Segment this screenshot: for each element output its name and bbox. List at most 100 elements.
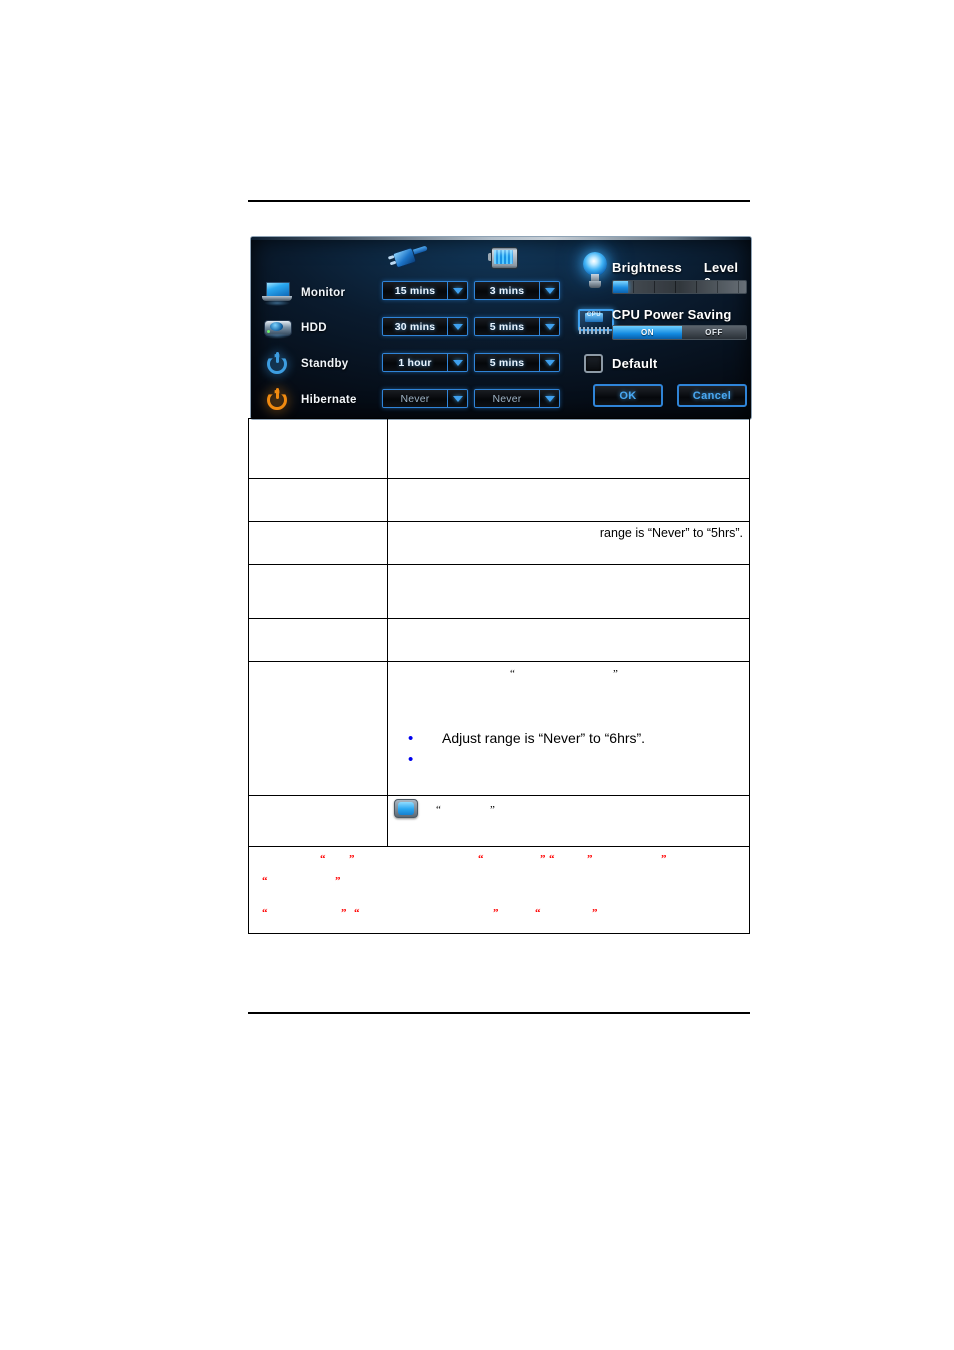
table-cell-label bbox=[248, 564, 388, 619]
quote-open: “ bbox=[510, 668, 515, 680]
table-cell-label bbox=[248, 661, 388, 796]
list-item: • bbox=[394, 752, 743, 767]
chevron-down-icon[interactable] bbox=[447, 390, 467, 407]
power-icon-orange bbox=[262, 387, 292, 413]
table-cell-body bbox=[387, 564, 750, 619]
dropdown-value: Never bbox=[475, 390, 539, 407]
table-cell-body: range is “Never” to “5hrs”. bbox=[387, 521, 750, 565]
row-label-hdd: HDD bbox=[301, 322, 327, 334]
dropdown-value: 30 mins bbox=[383, 318, 447, 335]
quote-mark: “ bbox=[262, 907, 268, 919]
power-plug-icon bbox=[387, 244, 433, 270]
bullet-point-icon: • bbox=[408, 730, 414, 747]
quote-close: ” bbox=[613, 668, 618, 680]
dropdown-standby-ac[interactable]: 1 hour bbox=[382, 353, 468, 372]
header-rule bbox=[248, 200, 750, 202]
dropdown-value: 1 hour bbox=[383, 354, 447, 371]
power-icon-blue bbox=[262, 351, 292, 377]
quote-mark: “ bbox=[549, 853, 555, 865]
chevron-down-icon[interactable] bbox=[447, 318, 467, 335]
bullet-text: Adjust range is “Never” to “6hrs”. bbox=[442, 730, 646, 746]
quote-close: ” bbox=[490, 804, 495, 816]
row-standby: Standby bbox=[262, 347, 392, 381]
panel-button-bar: OK Cancel bbox=[593, 384, 747, 407]
footnote-line-2: “ ” bbox=[257, 874, 741, 896]
quote-mark: ” bbox=[349, 853, 355, 865]
quote-mark: “ bbox=[262, 875, 268, 887]
footer-rule bbox=[248, 1012, 750, 1014]
row-label-monitor: Monitor bbox=[301, 287, 346, 299]
default-checkbox[interactable] bbox=[584, 354, 603, 373]
quote-open: “ bbox=[436, 804, 441, 816]
table-cell-body: “ ” bbox=[387, 795, 750, 847]
table-cell-label bbox=[248, 795, 388, 847]
document-page: Monitor 15 mins 3 mins HDD 30 mins 5 min… bbox=[0, 0, 954, 1350]
quote-mark: “ bbox=[320, 853, 326, 865]
cpu-power-saving-label: CPU Power Saving bbox=[612, 307, 732, 322]
battery-icon bbox=[479, 244, 525, 270]
quote-mark: ” bbox=[341, 907, 347, 919]
default-button-icon bbox=[394, 799, 418, 818]
quote-mark: ” bbox=[493, 907, 499, 919]
chevron-down-icon[interactable] bbox=[447, 282, 467, 299]
dropdown-hdd-battery[interactable]: 5 mins bbox=[474, 317, 560, 336]
dropdown-standby-battery[interactable]: 5 mins bbox=[474, 353, 560, 372]
dropdown-value: 5 mins bbox=[475, 354, 539, 371]
quote-mark: ” bbox=[540, 853, 546, 865]
default-row[interactable]: Default bbox=[584, 354, 657, 373]
table-cell-body bbox=[387, 618, 750, 662]
settings-description-table: range is “Never” to “5hrs”. “ ” • Adjust… bbox=[248, 418, 750, 934]
list-item: • Adjust range is “Never” to “6hrs”. bbox=[394, 729, 743, 748]
dropdown-monitor-ac[interactable]: 15 mins bbox=[382, 281, 468, 300]
quote-mark: ” bbox=[592, 907, 598, 919]
bullet-point-icon: • bbox=[408, 750, 414, 768]
footnote-line-3: “ ” “ ” “ ” bbox=[257, 906, 741, 928]
quote-mark: “ bbox=[535, 907, 541, 919]
dropdown-hibernate-ac[interactable]: Never bbox=[382, 389, 468, 408]
table-row bbox=[248, 618, 750, 662]
dropdown-monitor-battery[interactable]: 3 mins bbox=[474, 281, 560, 300]
dropdown-value: 3 mins bbox=[475, 282, 539, 299]
toggle-off-label[interactable]: OFF bbox=[682, 326, 746, 339]
chevron-down-icon[interactable] bbox=[539, 282, 559, 299]
dropdown-value: 5 mins bbox=[475, 318, 539, 335]
table-cell-body bbox=[387, 418, 750, 479]
footnote-cell: “ ” “ ” “ ” ” “ ” “ ” “ ” “ ” bbox=[248, 846, 750, 934]
monitor-icon bbox=[262, 280, 292, 306]
quote-mark: ” bbox=[661, 853, 667, 865]
table-row: range is “Never” to “5hrs”. bbox=[248, 521, 750, 565]
table-row bbox=[248, 564, 750, 619]
row-monitor: Monitor bbox=[262, 276, 392, 310]
chevron-down-icon[interactable] bbox=[539, 390, 559, 407]
dropdown-value: 15 mins bbox=[383, 282, 447, 299]
default-label: Default bbox=[612, 356, 658, 371]
ok-button[interactable]: OK bbox=[593, 384, 663, 407]
table-row bbox=[248, 478, 750, 522]
table-row bbox=[248, 418, 750, 479]
brightness-label: Brightness bbox=[612, 260, 682, 275]
quote-mark: ” bbox=[335, 875, 341, 887]
table-row-footnote: “ ” “ ” “ ” ” “ ” “ ” “ ” “ ” bbox=[248, 846, 750, 934]
cancel-button[interactable]: Cancel bbox=[677, 384, 747, 407]
chevron-down-icon[interactable] bbox=[539, 354, 559, 371]
hdd-icon bbox=[262, 315, 292, 341]
row-hibernate: Hibernate bbox=[262, 383, 392, 417]
dropdown-hibernate-battery[interactable]: Never bbox=[474, 389, 560, 408]
row-label-standby: Standby bbox=[301, 358, 349, 370]
quote-mark: ” bbox=[587, 853, 593, 865]
chevron-down-icon[interactable] bbox=[539, 318, 559, 335]
chevron-down-icon[interactable] bbox=[447, 354, 467, 371]
power-management-panel: Monitor 15 mins 3 mins HDD 30 mins 5 min… bbox=[250, 236, 752, 420]
dropdown-hdd-ac[interactable]: 30 mins bbox=[382, 317, 468, 336]
toggle-on-label[interactable]: ON bbox=[613, 326, 683, 339]
brightness-slider[interactable] bbox=[612, 280, 747, 294]
table-cell-label bbox=[248, 618, 388, 662]
dropdown-value: Never bbox=[383, 390, 447, 407]
row-hdd: HDD bbox=[262, 311, 392, 345]
table-row: “ ” bbox=[248, 795, 750, 847]
cpu-power-saving-toggle[interactable]: ON OFF bbox=[612, 325, 747, 340]
table-cell-label bbox=[248, 418, 388, 479]
quote-mark: “ bbox=[478, 853, 484, 865]
cpu-chip-text: CPU bbox=[586, 312, 602, 318]
row-label-hibernate: Hibernate bbox=[301, 394, 357, 406]
